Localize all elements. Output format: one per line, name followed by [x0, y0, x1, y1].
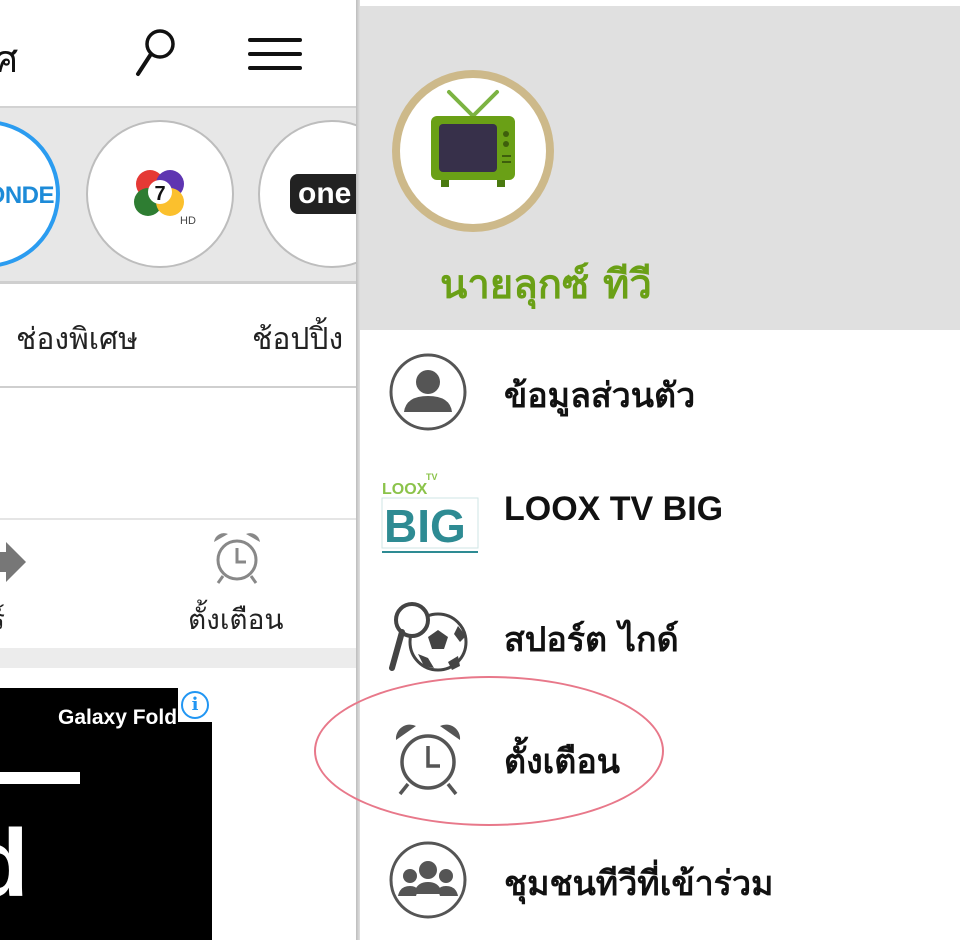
svg-text:BIG: BIG [384, 500, 466, 552]
app-title-fragment: ศ [0, 37, 19, 81]
search-icon [136, 29, 175, 76]
hamburger-menu-button[interactable] [248, 36, 304, 76]
tab-shopping[interactable]: ช้อปปิ้ง [252, 316, 343, 363]
alarm-label: ตั้งเตือน [188, 603, 284, 636]
menu-item-sport-guide[interactable]: สปอร์ต ไกด์ [360, 574, 960, 696]
menu-item-community[interactable]: ชุมชนทีวีที่เข้าร่วม [360, 818, 960, 940]
tab-special-channels[interactable]: ช่องพิเศษ [16, 316, 138, 363]
ad-graphic-bar [0, 772, 80, 784]
info-icon: i [181, 691, 209, 719]
advertisement-banner[interactable]: Galaxy Fold i d [0, 688, 212, 940]
category-tabs: ช่องพิเศษ ช้อปปิ้ง [0, 284, 358, 388]
navigation-drawer: นายลุกซ์ ทีวี ข้อมูลส่วนตัว LOOX TV BIG … [360, 0, 960, 940]
background-app: ศ ONDE 7 HD [0, 0, 358, 940]
ad-graphic-letter: d [0, 816, 29, 912]
tv-icon [431, 90, 515, 187]
search-button[interactable] [132, 26, 180, 82]
community-icon [389, 841, 467, 919]
alarm-clock-icon[interactable] [208, 528, 266, 586]
content-area [0, 390, 358, 518]
section-separator [0, 648, 358, 668]
share-label: ร์ [0, 598, 5, 642]
channel-logo-one[interactable]: one [258, 120, 358, 268]
menu-item-loox-tv-big[interactable]: LOOX TV BIG LOOX TV BIG [360, 452, 960, 574]
svg-text:7: 7 [154, 183, 165, 205]
user-name: นายลุกซ์ ทีวี [440, 262, 652, 308]
sport-guide-icon [389, 602, 468, 672]
menu-item-alarm[interactable]: ตั้งเตือน [360, 696, 960, 818]
alarm-clock-icon [395, 724, 461, 796]
drawer-header: นายลุกซ์ ทีวี [360, 0, 960, 330]
svg-text:LOOX: LOOX [382, 481, 428, 498]
avatar[interactable] [392, 70, 554, 232]
channel-logo-7hd[interactable]: 7 HD [86, 120, 234, 268]
channel-7-logo-icon: 7 HD [134, 170, 196, 227]
program-actions: ร์ ตั้งเตือน [0, 518, 358, 648]
svg-text:TV: TV [426, 472, 438, 482]
channel-logo-onde[interactable]: ONDE [0, 120, 60, 268]
ad-info-button[interactable]: i [178, 688, 212, 722]
menu-item-label: ข้อมูลส่วนตัว [504, 376, 696, 416]
svg-text:HD: HD [180, 215, 196, 227]
menu-item-label: ตั้งเตือน [504, 742, 621, 782]
share-arrow-icon[interactable] [0, 540, 28, 584]
channel-strip: ONDE 7 HD one [0, 106, 358, 284]
ad-brand-text: Galaxy Fold [58, 706, 178, 729]
top-app-bar: ศ [0, 0, 358, 106]
profile-icon [389, 353, 467, 431]
hamburger-menu-icon [248, 38, 302, 42]
menu-item-label: สปอร์ต ไกด์ [504, 620, 679, 660]
loox-tv-big-logo: LOOX TV BIG [381, 472, 479, 553]
ad-area: Galaxy Fold i d [0, 668, 358, 940]
menu-item-label: ชุมชนทีวีที่เข้าร่วม [504, 864, 774, 904]
menu-item-label: LOOX TV BIG [504, 490, 724, 528]
menu-item-profile[interactable]: ข้อมูลส่วนตัว [360, 330, 960, 452]
